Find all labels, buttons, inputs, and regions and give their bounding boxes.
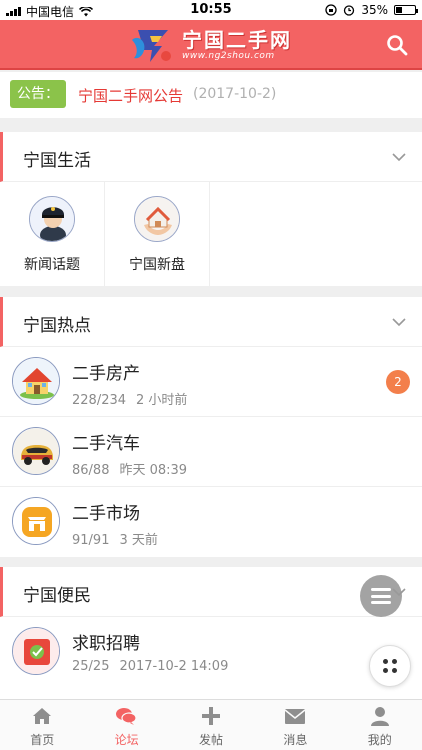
notice-tag: 公告： [10,80,66,108]
house-hands-icon [134,196,180,242]
forum-post-count: 91/91 [72,533,110,548]
section-title: 宁国生活 [23,151,91,171]
tab-label: 论坛 [114,733,139,747]
floating-menu-button[interactable] [360,575,402,617]
battery-icon [394,5,418,15]
user-icon [370,707,389,726]
section-life: 宁国生活 新闻话题 宁国新盘 [0,132,422,286]
site-brand-name: 宁国二手网 [182,28,292,52]
chevron-down-icon[interactable] [390,313,408,331]
alarm-icon [344,5,355,16]
forum-meta: 25/25 2017-10-2 14:09 [72,659,228,674]
mail-icon [284,709,306,724]
grid-item-label: 宁国新盘 [129,257,185,273]
tab-label: 首页 [30,733,55,747]
market-icon [12,497,60,545]
section-service: 宁国便民 求职招聘 25/25 2017-10-2 14:09 [0,567,422,699]
forum-icon [116,708,137,725]
tab-messages[interactable]: 消息 [253,700,337,750]
forum-name: 二手汽车 [72,434,140,454]
tab-post[interactable]: 发帖 [169,700,253,750]
police-avatar-icon [29,196,75,242]
section-life-grid: 新闻话题 宁国新盘 [0,182,422,286]
section-hot: 宁国热点 二手房产 228/234 2 小时前 2 二手汽车 86/88 昨天 … [0,297,422,557]
grid-item-news[interactable]: 新闻话题 [0,182,105,286]
tab-forum[interactable]: 论坛 [84,700,168,750]
notice-date: (2017-10-2) [193,86,277,102]
forum-name: 二手房产 [72,364,140,384]
forum-meta: 228/234 2 小时前 [72,389,187,408]
status-bar: 中国电信 10:55 35% [0,0,422,20]
job-icon [12,627,60,675]
forum-post-count: 86/88 [72,463,110,478]
section-life-header[interactable]: 宁国生活 [0,132,422,182]
forum-post-count: 228/234 [72,393,127,408]
forum-meta: 91/91 3 天前 [72,529,158,548]
floating-grid-button[interactable] [369,645,411,687]
logo-mark-icon [132,30,171,62]
forum-name: 二手市场 [72,504,140,524]
status-right: 35% [325,3,418,17]
forum-last-time: 2 小时前 [136,393,188,408]
tab-label: 消息 [283,733,308,747]
chevron-down-icon[interactable] [390,148,408,166]
app-header: 宁国二手网 www.ng2shou.com [0,20,422,70]
tab-me[interactable]: 我的 [338,700,422,750]
notice-bar[interactable]: 公告： 宁国二手网公告 (2017-10-2) [0,72,422,118]
grid-item-label: 新闻话题 [24,257,80,273]
car-icon [12,427,60,475]
site-logo[interactable]: 宁国二手网 www.ng2shou.com [128,24,298,66]
forum-row-jobs[interactable]: 求职招聘 25/25 2017-10-2 14:09 [0,617,422,687]
forum-name: 求职招聘 [72,634,140,654]
notice-title[interactable]: 宁国二手网公告 [78,85,183,106]
house-icon [12,357,60,405]
forum-last-time: 昨天 08:39 [119,463,188,478]
site-url: www.ng2shou.com [182,51,275,61]
section-title: 宁国热点 [23,316,91,336]
grid-item-new-homes[interactable]: 宁国新盘 [105,182,210,286]
home-icon [33,708,51,724]
battery-percent: 35% [361,3,388,17]
forum-row-market[interactable]: 二手市场 91/91 3 天前 [0,487,422,557]
section-hot-header[interactable]: 宁国热点 [0,297,422,347]
forum-meta: 86/88 昨天 08:39 [72,459,187,478]
section-title: 宁国便民 [23,586,91,606]
tab-label: 我的 [367,733,392,747]
forum-row-house[interactable]: 二手房产 228/234 2 小时前 2 [0,347,422,417]
forum-last-time: 3 天前 [119,533,158,548]
plus-icon [201,707,220,725]
rotation-lock-icon [325,4,337,16]
tab-home[interactable]: 首页 [0,700,84,750]
forum-post-count: 25/25 [72,659,110,674]
forum-row-car[interactable]: 二手汽车 86/88 昨天 08:39 [0,417,422,487]
section-service-header[interactable]: 宁国便民 [0,567,422,617]
tab-label: 发帖 [198,733,223,747]
search-icon[interactable] [386,34,408,56]
forum-last-time: 2017-10-2 14:09 [119,659,229,674]
bottom-tab-bar: 首页 论坛 发帖 消息 我的 [0,699,422,750]
unread-badge: 2 [386,370,410,394]
